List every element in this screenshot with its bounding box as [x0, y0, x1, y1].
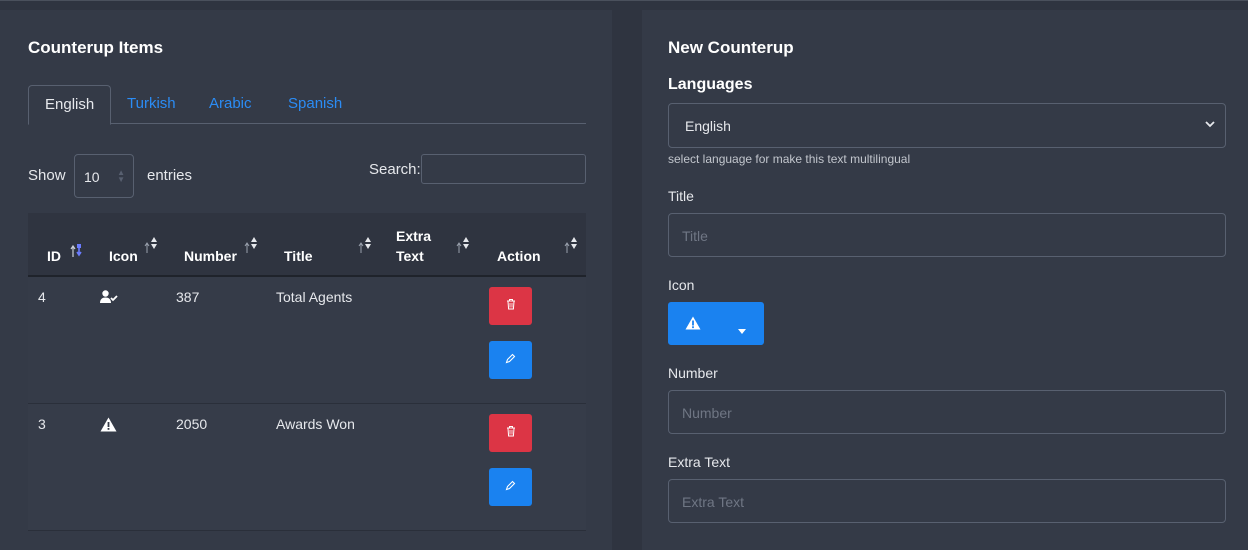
column-header-id[interactable]: ID	[47, 248, 61, 264]
edit-button[interactable]	[489, 468, 532, 506]
table-controls: Show 10 ▲ ▼ entries Search:	[28, 154, 586, 200]
top-divider	[0, 0, 1248, 1]
panel-title: Counterup Items	[28, 38, 164, 57]
show-label: Show	[28, 167, 66, 184]
new-counterup-panel: New Counterup Languages English select l…	[642, 10, 1248, 550]
warning-icon	[100, 417, 117, 437]
sort-icon[interactable]	[456, 236, 470, 256]
sort-icon[interactable]	[358, 236, 372, 256]
entries-value: 10	[84, 169, 100, 185]
delete-button[interactable]	[489, 414, 532, 452]
column-header-extra[interactable]: Extra	[396, 228, 431, 244]
icon-label: Icon	[668, 277, 695, 293]
table-row: 4 387 Total Agents	[28, 277, 586, 404]
warning-icon	[685, 316, 701, 335]
edit-button[interactable]	[489, 341, 532, 379]
tab-spanish[interactable]: Spanish	[272, 85, 358, 125]
tab-english[interactable]: English	[28, 85, 112, 125]
sort-icon[interactable]	[144, 236, 158, 256]
table-header: ID Icon Number Title Extra Text Action	[28, 213, 586, 277]
number-label: Number	[668, 365, 718, 381]
entries-select[interactable]: 10 ▲ ▼	[74, 154, 134, 198]
extra-text-label: Extra Text	[668, 454, 730, 470]
trash-icon	[506, 297, 516, 315]
pencil-icon	[505, 478, 516, 496]
panel-title: New Counterup	[668, 38, 794, 57]
sort-icon[interactable]	[564, 236, 578, 256]
column-header-action[interactable]: Action	[497, 248, 541, 264]
cell-title: Awards Won	[276, 416, 355, 432]
icon-picker-button[interactable]	[668, 302, 764, 345]
extra-text-input[interactable]: Extra Text	[668, 479, 1226, 523]
language-tabs: English Turkish Arabic Spanish	[28, 74, 586, 125]
tab-arabic[interactable]: Arabic	[193, 85, 268, 125]
languages-label: Languages	[668, 76, 753, 93]
delete-button[interactable]	[489, 287, 532, 325]
column-header-text[interactable]: Text	[396, 248, 424, 264]
cell-id: 4	[38, 289, 46, 305]
search-input[interactable]	[421, 154, 586, 184]
language-selected: English	[685, 118, 731, 134]
counterup-items-panel: Counterup Items English Turkish Arabic S…	[0, 10, 612, 550]
pencil-icon	[505, 351, 516, 369]
tab-turkish[interactable]: Turkish	[111, 85, 192, 125]
title-label: Title	[668, 188, 694, 204]
cell-number: 387	[176, 289, 200, 305]
sort-asc-icon[interactable]	[70, 244, 82, 260]
chevron-down-icon	[1205, 117, 1215, 131]
caret-down-icon	[738, 321, 746, 339]
search-label: Search:	[369, 161, 421, 178]
user-check-icon	[100, 290, 118, 309]
table-row: 3 2050 Awards Won	[28, 404, 586, 531]
counterup-table: ID Icon Number Title Extra Text Action 4…	[28, 213, 586, 531]
cell-number: 2050	[176, 416, 208, 432]
title-input[interactable]: Title	[668, 213, 1226, 257]
column-header-title[interactable]: Title	[284, 248, 313, 264]
language-select[interactable]: English	[668, 103, 1226, 148]
column-header-number[interactable]: Number	[184, 248, 237, 264]
entries-label: entries	[147, 167, 193, 184]
number-input[interactable]: Number	[668, 390, 1226, 434]
spinner-icon: ▲ ▼	[117, 168, 125, 184]
cell-title: Total Agents	[276, 289, 353, 305]
language-help-text: select language for make this text multi…	[668, 152, 911, 166]
sort-icon[interactable]	[244, 236, 258, 256]
column-header-icon[interactable]: Icon	[109, 248, 138, 264]
trash-icon	[506, 424, 516, 442]
cell-id: 3	[38, 416, 46, 432]
